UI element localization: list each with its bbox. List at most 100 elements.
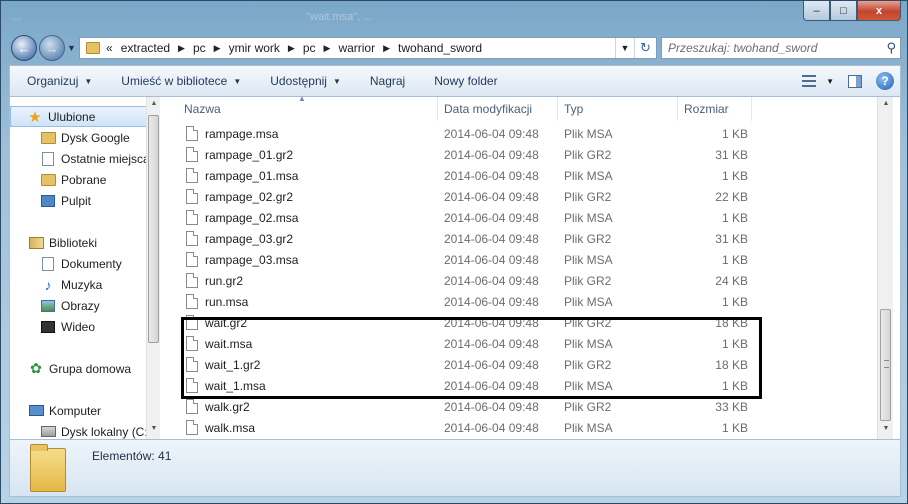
- file-row[interactable]: wait_1.msa 2014-06-04 09:48 Plik MSA 1 KB: [170, 375, 886, 396]
- new-folder-button[interactable]: Nowy folder: [416, 66, 506, 96]
- file-date: 2014-06-04 09:48: [444, 336, 539, 351]
- refresh-button[interactable]: ↻: [634, 38, 656, 58]
- nav-item-recent-places[interactable]: Ostatnie miejsca: [10, 148, 150, 169]
- nav-item-favorites[interactable]: ★ Ulubione: [10, 106, 150, 127]
- scroll-down-icon[interactable]: ▼: [147, 425, 160, 432]
- address-history-dropdown[interactable]: ▼: [616, 43, 634, 53]
- breadcrumb-item[interactable]: twohand_sword: [398, 41, 482, 55]
- recent-pages-dropdown[interactable]: ▼: [67, 43, 76, 53]
- folder-icon: [40, 130, 56, 146]
- back-button[interactable]: ←: [11, 35, 37, 61]
- search-input[interactable]: Przeszukaj: twohand_sword ⚲: [661, 37, 901, 59]
- nav-item-music[interactable]: ♪ Muzyka: [10, 274, 150, 295]
- organize-menu[interactable]: Organizuj ▼: [11, 66, 101, 96]
- nav-item-label: Wideo: [61, 319, 96, 334]
- breadcrumb-item[interactable]: extracted: [121, 41, 170, 55]
- scroll-down-icon[interactable]: ▼: [878, 425, 894, 432]
- scrollbar-thumb[interactable]: [148, 115, 159, 343]
- chevron-right-icon[interactable]: ▶: [383, 43, 390, 54]
- file-size: 1 KB: [721, 168, 748, 183]
- navigation-pane-scrollbar[interactable]: ▲ ▼: [146, 97, 160, 439]
- column-header-name[interactable]: ▲ Nazwa: [170, 95, 438, 121]
- file-name: run.msa: [205, 294, 249, 309]
- organize-label: Organizuj: [27, 74, 79, 88]
- forward-button[interactable]: →: [39, 35, 65, 61]
- breadcrumb-item[interactable]: pc: [193, 41, 206, 55]
- file-row[interactable]: rampage_02.msa 2014-06-04 09:48 Plik MSA 1 …: [170, 207, 886, 228]
- nav-item-homegroup[interactable]: ✿ Grupa domowa: [10, 358, 150, 379]
- nav-item-computer[interactable]: Komputer: [10, 400, 150, 421]
- file-row[interactable]: run.msa 2014-06-04 09:48 Plik MSA 1 KB: [170, 291, 886, 312]
- nav-item-downloads[interactable]: Pobrane: [10, 169, 150, 190]
- title-bar[interactable]: ... "wait.msa", ... – □ x: [1, 1, 907, 33]
- file-row[interactable]: rampage.msa 2014-06-04 09:48 Plik MSA 1 KB: [170, 123, 886, 144]
- view-options-icon[interactable]: [802, 75, 817, 87]
- file-size: 18 KB: [715, 357, 748, 372]
- column-header-date[interactable]: Data modyfikacji: [438, 97, 558, 121]
- file-row[interactable]: wait.gr2 2014-06-04 09:48 Plik GR2 18 KB: [170, 312, 886, 333]
- file-row[interactable]: walk.gr2 2014-06-04 09:48 Plik GR2 33 KB: [170, 396, 886, 417]
- file-row[interactable]: wait_1.gr2 2014-06-04 09:48 Plik GR2 18 KB: [170, 354, 886, 375]
- breadcrumb-item[interactable]: ymir work: [229, 41, 280, 55]
- file-size: 1 KB: [721, 126, 748, 141]
- breadcrumb-item[interactable]: warrior: [338, 41, 375, 55]
- address-bar[interactable]: « extracted ▶ pc ▶ ymir work ▶ pc ▶ warr…: [79, 37, 657, 59]
- search-icon[interactable]: ⚲: [886, 40, 896, 56]
- file-row[interactable]: run.gr2 2014-06-04 09:48 Plik GR2 24 KB: [170, 270, 886, 291]
- nav-item-local-disk[interactable]: Dysk lokalny (C:): [10, 421, 152, 439]
- file-row[interactable]: rampage_01.gr2 2014-06-04 09:48 Plik GR2 31…: [170, 144, 886, 165]
- preview-pane-icon[interactable]: [848, 74, 862, 88]
- file-row[interactable]: walk.msa 2014-06-04 09:48 Plik MSA 1 KB: [170, 417, 886, 438]
- computer-icon: [28, 403, 44, 419]
- nav-item-desktop[interactable]: Pulpit: [10, 190, 150, 211]
- scroll-up-icon[interactable]: ▲: [147, 100, 160, 107]
- file-name: rampage_03.gr2: [205, 231, 294, 246]
- scroll-up-icon[interactable]: ▲: [878, 100, 894, 107]
- file-row[interactable]: rampage_03.gr2 2014-06-04 09:48 Plik GR2 31…: [170, 228, 886, 249]
- scrollbar-thumb[interactable]: [880, 309, 891, 421]
- file-icon: [186, 399, 198, 414]
- chevron-right-icon[interactable]: ▶: [324, 43, 331, 54]
- nav-item-documents[interactable]: Dokumenty: [10, 253, 150, 274]
- help-icon[interactable]: ?: [876, 72, 894, 90]
- close-button[interactable]: x: [857, 1, 901, 21]
- file-type: Plik MSA: [564, 336, 613, 351]
- file-name: rampage_03.msa: [205, 252, 299, 267]
- details-pane: Elementów: 41: [9, 439, 901, 497]
- address-overflow[interactable]: «: [106, 41, 113, 55]
- file-row[interactable]: wait.msa 2014-06-04 09:48 Plik MSA 1 KB: [170, 333, 886, 354]
- minimize-button[interactable]: –: [803, 1, 830, 21]
- file-type: Plik MSA: [564, 168, 613, 183]
- nav-item-label: Grupa domowa: [49, 361, 132, 376]
- column-header-type[interactable]: Typ: [558, 97, 678, 121]
- navigation-pane: ★ Ulubione Dysk Google Ostatnie miejsca …: [10, 97, 160, 439]
- chevron-down-icon: ▼: [67, 43, 76, 53]
- nav-item-label: Pobrane: [61, 172, 107, 187]
- file-row[interactable]: rampage_01.msa 2014-06-04 09:48 Plik MSA 1 …: [170, 165, 886, 186]
- file-icon: [186, 168, 198, 183]
- burn-label: Nagraj: [369, 74, 406, 88]
- nav-item-pictures[interactable]: Obrazy: [10, 295, 150, 316]
- share-menu[interactable]: Udostępnij ▼: [252, 66, 350, 96]
- burn-button[interactable]: Nagraj: [352, 66, 414, 96]
- nav-item-videos[interactable]: Wideo: [10, 316, 150, 337]
- include-in-library-menu[interactable]: Umieść w bibliotece ▼: [103, 66, 250, 96]
- file-row[interactable]: rampage_02.gr2 2014-06-04 09:48 Plik GR2 22…: [170, 186, 886, 207]
- file-list-scrollbar[interactable]: ▲ ▼: [877, 97, 893, 439]
- nav-item-google-drive[interactable]: Dysk Google: [10, 127, 150, 148]
- file-type: Plik MSA: [564, 294, 613, 309]
- file-icon: [186, 210, 198, 225]
- file-row[interactable]: rampage_03.msa 2014-06-04 09:48 Plik MSA 1 …: [170, 249, 886, 270]
- arrow-right-icon: →: [45, 40, 59, 56]
- nav-item-label: Biblioteki: [49, 235, 98, 250]
- downloads-folder-icon: [40, 172, 56, 188]
- chevron-right-icon[interactable]: ▶: [178, 43, 185, 54]
- chevron-down-icon[interactable]: ▼: [826, 77, 834, 86]
- chevron-right-icon[interactable]: ▶: [288, 43, 295, 54]
- column-header-size[interactable]: Rozmiar: [678, 97, 752, 121]
- maximize-button[interactable]: □: [830, 1, 857, 21]
- nav-item-libraries[interactable]: Biblioteki: [10, 232, 150, 253]
- breadcrumb-item[interactable]: pc: [303, 41, 316, 55]
- chevron-right-icon[interactable]: ▶: [214, 43, 221, 54]
- nav-item-label: Obrazy: [61, 298, 100, 313]
